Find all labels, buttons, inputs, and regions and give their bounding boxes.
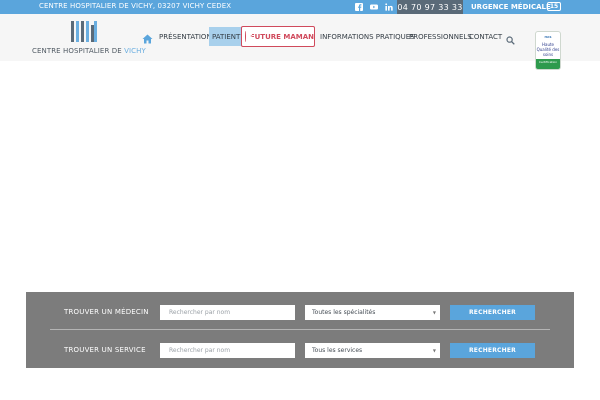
home-icon[interactable] — [142, 29, 153, 44]
dropdown-arrow-icon: ▼ — [432, 310, 436, 315]
youtube-icon[interactable] — [369, 2, 378, 11]
search-panel: TROUVER UN MÉDECIN Toutes les spécialité… — [26, 292, 574, 368]
search-service-button[interactable]: RECHERCHER — [450, 343, 535, 358]
linkedin-icon[interactable] — [384, 2, 393, 11]
nav-patient[interactable]: PATIENT — [209, 27, 244, 46]
specialite-select-value: Toutes les spécialités — [312, 309, 376, 316]
header: CENTRE HOSPITALIER DE VICHY PRÉSENTATION… — [0, 14, 600, 70]
phone-number[interactable]: 04 70 97 33 33 — [397, 0, 463, 14]
search-row-medecin: TROUVER UN MÉDECIN Toutes les spécialité… — [26, 292, 574, 330]
facebook-icon[interactable] — [354, 2, 363, 11]
service-name-input[interactable] — [160, 343, 295, 358]
logo-bar — [71, 21, 74, 42]
nav-informations-pratiques[interactable]: INFORMATIONS PRATIQUES — [320, 27, 415, 46]
logo-text-main: CENTRE HOSPITALIER DE — [32, 47, 122, 55]
search-service-title: TROUVER UN SERVICE — [64, 346, 146, 354]
mother-icon — [245, 31, 253, 42]
search-medecin-button[interactable]: RECHERCHER — [450, 305, 535, 320]
search-medecin-title: TROUVER UN MÉDECIN — [64, 308, 149, 316]
logo-text-accent: VICHY — [124, 47, 146, 55]
hospital-logo-text[interactable]: CENTRE HOSPITALIER DE VICHY — [32, 47, 146, 55]
nav-presentation[interactable]: PRÉSENTATION — [159, 27, 212, 46]
logo-bar — [76, 21, 79, 42]
logo-bar — [86, 21, 89, 42]
top-bar: CENTRE HOSPITALIER DE VICHY, 03207 VICHY… — [0, 0, 600, 14]
nav-contact[interactable]: CONTACT — [469, 27, 502, 46]
has-certification-badge[interactable]: HAS Haute Qualité des soins Certificatio… — [535, 31, 561, 70]
specialite-select[interactable]: Toutes les spécialités ▼ — [305, 305, 440, 320]
medecin-name-input[interactable] — [160, 305, 295, 320]
has-quality-text: Haute Qualité des soins — [536, 42, 560, 57]
service-select-value: Tous les services — [312, 347, 363, 354]
has-org-label: HAS — [544, 35, 552, 39]
dropdown-arrow-icon: ▼ — [432, 348, 436, 353]
samu-15-badge[interactable]: 15 — [547, 2, 561, 11]
hospital-logo-mark[interactable] — [71, 21, 97, 42]
service-select[interactable]: Tous les services ▼ — [305, 343, 440, 358]
address-text: CENTRE HOSPITALIER DE VICHY, 03207 VICHY… — [39, 2, 232, 10]
logo-bar — [94, 21, 97, 42]
future-maman-button[interactable]: FUTURE MAMAN — [241, 26, 315, 47]
has-footer-text: Certification — [536, 59, 560, 69]
urgence-link[interactable]: URGENCE MÉDICALE — [471, 3, 551, 11]
search-row-service: TROUVER UN SERVICE Tous les services ▼ R… — [26, 330, 574, 368]
logo-bar — [81, 21, 84, 42]
future-maman-label: FUTURE MAMAN — [249, 32, 314, 41]
search-icon[interactable] — [506, 30, 515, 45]
nav-professionnels[interactable]: PROFESSIONNELS — [409, 27, 472, 46]
